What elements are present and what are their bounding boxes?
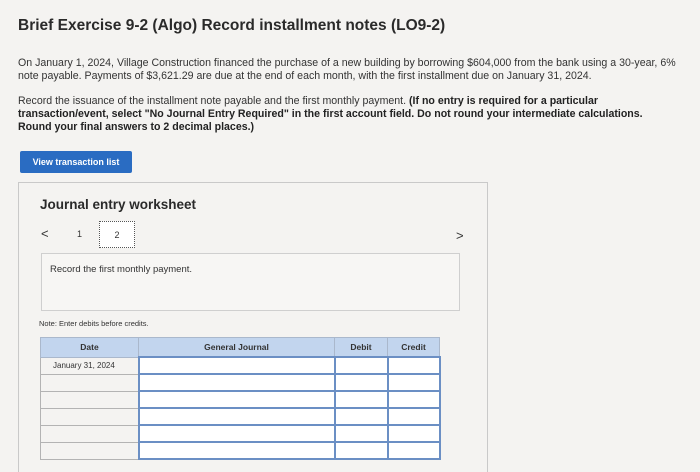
problem-instructions: Record the issuance of the installment n… bbox=[18, 95, 678, 134]
chevron-left-icon[interactable]: < bbox=[41, 226, 49, 241]
account-input[interactable] bbox=[137, 356, 336, 375]
chevron-right-icon[interactable]: > bbox=[456, 228, 464, 243]
instruction-box: Record the first monthly payment. bbox=[41, 253, 460, 311]
date-cell bbox=[40, 390, 139, 409]
header-credit: Credit bbox=[387, 337, 440, 358]
account-input[interactable] bbox=[137, 373, 336, 392]
debit-input[interactable] bbox=[333, 424, 389, 443]
debit-input[interactable] bbox=[333, 356, 389, 375]
account-input[interactable] bbox=[137, 407, 336, 426]
header-date: Date bbox=[40, 337, 139, 358]
note-text: Note: Enter debits before credits. bbox=[39, 319, 149, 328]
table-row bbox=[40, 407, 441, 426]
credit-input[interactable] bbox=[386, 407, 441, 426]
problem-description: On January 1, 2024, Village Construction… bbox=[18, 57, 676, 82]
debit-input[interactable] bbox=[333, 373, 389, 392]
table-row bbox=[40, 424, 441, 443]
table-header-row: Date General Journal Debit Credit bbox=[40, 337, 440, 358]
credit-input[interactable] bbox=[386, 390, 441, 409]
table-row bbox=[40, 373, 441, 392]
page-tab-1[interactable]: 1 bbox=[77, 229, 82, 239]
credit-input[interactable] bbox=[386, 356, 441, 375]
credit-input[interactable] bbox=[386, 424, 441, 443]
account-input[interactable] bbox=[137, 424, 336, 443]
view-transaction-list-button[interactable]: View transaction list bbox=[20, 151, 132, 173]
date-cell bbox=[40, 373, 139, 392]
account-input[interactable] bbox=[137, 390, 336, 409]
credit-input[interactable] bbox=[386, 373, 441, 392]
table-row bbox=[40, 390, 441, 409]
worksheet-title: Journal entry worksheet bbox=[40, 197, 197, 212]
header-debit: Debit bbox=[334, 337, 388, 358]
instruction-text: Record the first monthly payment. bbox=[50, 264, 193, 275]
debit-input[interactable] bbox=[333, 390, 389, 409]
credit-input[interactable] bbox=[386, 441, 441, 460]
account-input[interactable] bbox=[137, 441, 336, 460]
debit-input[interactable] bbox=[333, 407, 389, 426]
table-row: January 31, 2024 bbox=[40, 356, 441, 375]
journal-table: Date General Journal Debit Credit Januar… bbox=[40, 337, 441, 460]
debit-input[interactable] bbox=[333, 441, 389, 460]
date-cell: January 31, 2024 bbox=[40, 356, 139, 375]
date-cell bbox=[40, 424, 139, 443]
date-cell bbox=[40, 407, 139, 426]
page-tab-2[interactable]: 2 bbox=[99, 221, 135, 248]
page-title: Brief Exercise 9-2 (Algo) Record install… bbox=[18, 17, 446, 34]
instructions-plain: Record the issuance of the installment n… bbox=[18, 95, 410, 107]
date-cell bbox=[40, 441, 139, 460]
table-row bbox=[40, 441, 441, 460]
header-general-journal: General Journal bbox=[138, 337, 335, 358]
journal-entry-worksheet: Journal entry worksheet < 1 2 > Record t… bbox=[18, 182, 488, 472]
